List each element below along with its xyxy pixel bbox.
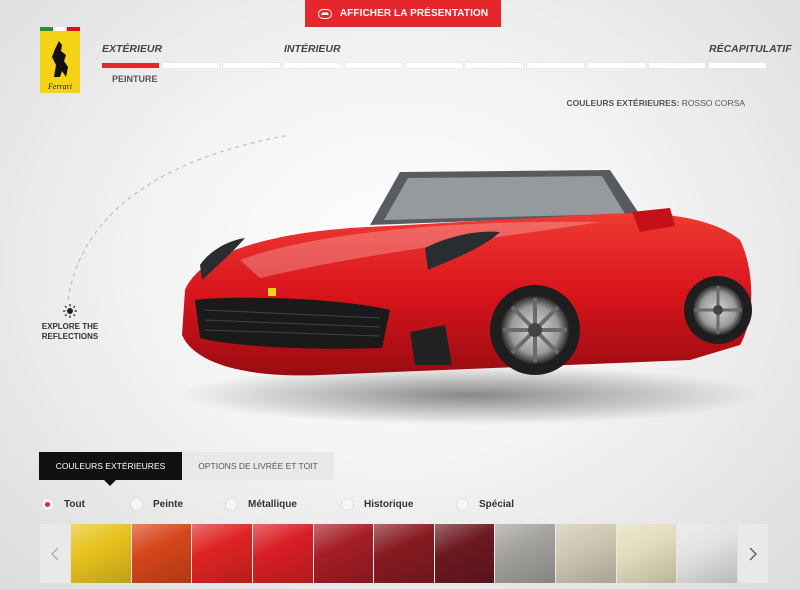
- sub-step-paint: PEINTURE: [112, 74, 158, 84]
- filter-all-label: Tout: [64, 499, 85, 510]
- color-swatch[interactable]: [677, 524, 738, 583]
- progress-segment: [162, 63, 220, 68]
- progress-segment: [648, 63, 706, 68]
- tab-exterior-colors[interactable]: COULEURS EXTÉRIEURES: [39, 452, 182, 486]
- progress-bar: [102, 63, 767, 69]
- ferrari-logo[interactable]: Ferrari: [40, 27, 80, 93]
- progress-segment: [223, 63, 281, 68]
- color-swatch[interactable]: [252, 524, 313, 583]
- progress-segment: [709, 63, 767, 68]
- summary-label: COULEURS EXTÉRIEURES:: [566, 98, 680, 108]
- color-swatch[interactable]: [192, 524, 252, 583]
- color-swatch[interactable]: [131, 524, 192, 583]
- filter-all[interactable]: Tout: [41, 498, 85, 511]
- color-swatch[interactable]: [434, 524, 495, 583]
- swatch-list: [70, 524, 738, 583]
- color-swatch-carousel: [40, 524, 768, 583]
- car-icon: [317, 8, 332, 19]
- filter-special[interactable]: Spécial: [456, 498, 514, 511]
- progress-segment: [527, 63, 584, 68]
- radio-metallic[interactable]: [225, 498, 238, 511]
- progress-segment: [344, 63, 402, 68]
- step-interior[interactable]: INTÉRIEUR: [284, 43, 341, 55]
- selected-color-summary: COULEURS EXTÉRIEURES: ROSSO CORSA: [566, 98, 745, 108]
- car-preview[interactable]: [170, 160, 760, 430]
- filter-historic-label: Historique: [364, 499, 414, 510]
- step-summary[interactable]: RÉCAPITULATIF: [709, 43, 792, 55]
- filter-metallic-label: Métallique: [248, 499, 297, 510]
- color-tabs: COULEURS EXTÉRIEURES OPTIONS DE LIVRÉE E…: [39, 452, 334, 486]
- sun-icon: [63, 304, 77, 318]
- color-filters: Tout Peinte Métallique Historique Spécia…: [41, 498, 531, 514]
- color-swatch[interactable]: [556, 524, 616, 583]
- radio-all[interactable]: [41, 498, 54, 511]
- radio-historic[interactable]: [341, 498, 354, 511]
- chevron-right-icon: [749, 547, 757, 560]
- explore-line1: EXPLORE THE: [41, 322, 99, 331]
- explore-reflections-button[interactable]: EXPLORE THE REFLECTIONS: [35, 304, 105, 342]
- show-presentation-button[interactable]: AFFICHER LA PRÉSENTATION: [305, 0, 501, 27]
- chevron-left-icon: [51, 547, 59, 560]
- color-swatch[interactable]: [616, 524, 677, 583]
- radio-painted[interactable]: [130, 498, 143, 511]
- color-swatch[interactable]: [374, 524, 434, 583]
- filter-metallic[interactable]: Métallique: [225, 498, 297, 511]
- color-swatch[interactable]: [71, 524, 131, 583]
- tab-livery-roof-options[interactable]: OPTIONS DE LIVRÉE ET TOIT: [182, 452, 334, 480]
- filter-special-label: Spécial: [479, 499, 515, 510]
- step-exterior[interactable]: EXTÉRIEUR: [102, 43, 162, 55]
- explore-line2: REFLECTIONS: [41, 332, 99, 341]
- progress-segment: [102, 63, 159, 68]
- carousel-prev-button[interactable]: [40, 524, 70, 583]
- progress-segment: [466, 63, 524, 68]
- progress-segment: [587, 63, 645, 68]
- filter-historic[interactable]: Historique: [341, 498, 413, 511]
- summary-value: ROSSO CORSA: [681, 98, 745, 108]
- color-swatch[interactable]: [313, 524, 374, 583]
- logo-text: Ferrari: [47, 82, 72, 91]
- progress-segment: [405, 63, 463, 68]
- filter-painted-label: Peinte: [153, 499, 184, 510]
- filter-painted[interactable]: Peinte: [130, 498, 183, 511]
- show-presentation-label: AFFICHER LA PRÉSENTATION: [339, 8, 489, 19]
- radio-special[interactable]: [456, 498, 469, 511]
- progress-segment: [284, 63, 341, 68]
- carousel-next-button[interactable]: [738, 524, 768, 583]
- color-swatch[interactable]: [495, 524, 556, 583]
